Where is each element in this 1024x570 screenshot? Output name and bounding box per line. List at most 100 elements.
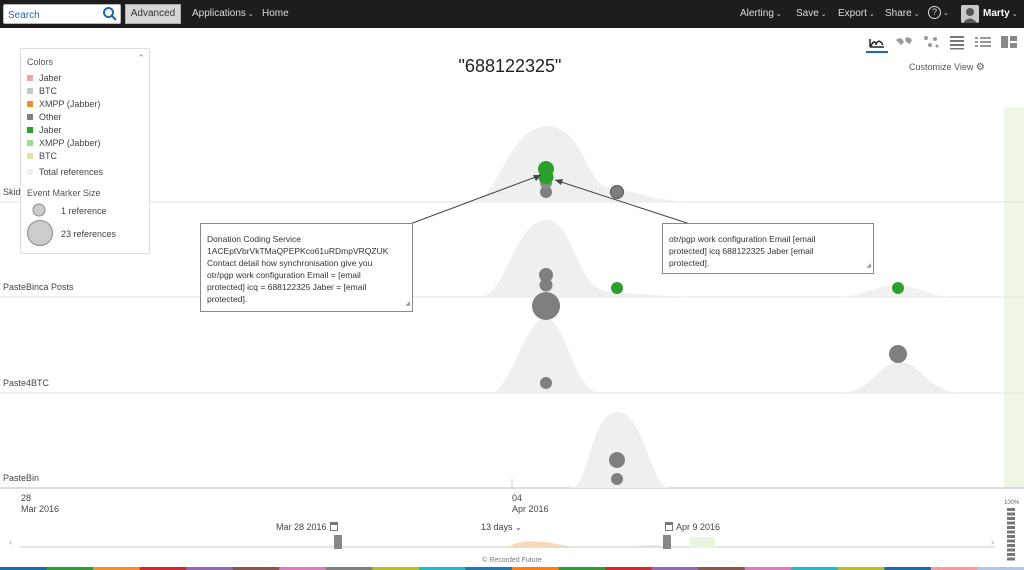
legend-item[interactable]: BTC (27, 86, 57, 96)
event-marker (540, 377, 552, 389)
x-tick-day: 04 (512, 493, 523, 503)
density-curve-pastebinca-right (840, 285, 950, 297)
range-start[interactable]: Mar 28 2016 (276, 522, 341, 532)
range-end[interactable]: Apr 9 2016 (662, 522, 720, 532)
callout-line: protected]. (669, 258, 710, 268)
event-marker (610, 185, 624, 199)
legend-label: XMPP (Jabber) (39, 138, 101, 148)
x-axis-tick-label: 04 Apr 2016 (512, 493, 549, 515)
range-track (20, 546, 995, 548)
row-label-pastebinca[interactable]: PasteBinca Posts (3, 282, 74, 292)
top-navigation-bar: Advanced Applications⌄ Home Alerting⌄ Sa… (0, 0, 1024, 28)
overview-density-band (690, 537, 715, 548)
event-marker (538, 161, 554, 177)
save-menu[interactable]: Save ⌄ (796, 8, 827, 19)
legend-label: BTC (39, 151, 57, 161)
scroll-right-icon[interactable]: › (991, 537, 994, 547)
table-icon[interactable] (946, 33, 968, 53)
export-menu[interactable]: Export ⌄ (838, 8, 875, 19)
range-span-select[interactable]: 13 days ⌄ (481, 522, 522, 532)
search-input[interactable] (4, 6, 100, 25)
legend-item-total[interactable]: Total references (27, 167, 103, 177)
resize-grip-icon[interactable]: ◢ (405, 298, 410, 310)
zoom-scale-step (1007, 530, 1015, 534)
callout-connector (409, 174, 542, 225)
user-name: Marty (983, 8, 1010, 19)
zoom-scale-step (1007, 512, 1015, 516)
alerting-label: Alerting (740, 8, 774, 19)
x-tick-day: 28 (21, 493, 32, 503)
chevron-down-icon: ⌄ (247, 11, 254, 18)
density-curve-pastebin (570, 412, 670, 488)
zoom-scale-step (1007, 544, 1015, 547)
row-label-paste4btc[interactable]: Paste4BTC (3, 378, 49, 388)
density-curve-skid (470, 126, 690, 202)
event-marker (611, 473, 623, 485)
zoom-scale-step (1007, 508, 1015, 511)
legend-swatch (27, 101, 33, 107)
applications-menu[interactable]: Applications ⌄ (192, 8, 254, 19)
user-menu[interactable]: Marty ⌄ (983, 8, 1018, 19)
range-span-label: 13 days (481, 522, 513, 532)
alerting-menu[interactable]: Alerting ⌄ (740, 8, 782, 19)
network-icon[interactable] (920, 33, 942, 53)
zoom-scale-step (1007, 526, 1015, 529)
zoom-scale (1007, 508, 1015, 561)
marker-size-title: Event Marker Size (27, 188, 101, 198)
legend-item[interactable]: Other (27, 112, 62, 122)
callout-arrowhead (555, 179, 563, 185)
callout-line: 1ACEptVbrVkTMaQPEPKco61uRDmpVRQZUK (207, 246, 389, 256)
x-tick-month: Mar 2016 (21, 504, 60, 514)
callout-connector (554, 179, 691, 225)
resize-grip-icon[interactable]: ◢ (866, 260, 871, 272)
legend-swatch (27, 127, 33, 133)
callout-line: otr/pgp work configuration Email = [emai… (207, 270, 361, 280)
range-end-label: Apr 9 2016 (676, 522, 721, 532)
event-callout[interactable]: otr/pgp work configuration Email [email … (662, 223, 874, 274)
footer-copyright: © Recorded Future (482, 557, 542, 564)
search-box (3, 4, 121, 25)
chevron-down-icon: ⌄ (820, 11, 827, 18)
legend-item[interactable]: XMPP (Jabber) (27, 99, 100, 109)
callout-line: Contact detail how synchronisation give … (207, 258, 373, 268)
callout-line: otr/pgp work configuration Email [email (669, 234, 816, 244)
page-title: "688122325" (458, 56, 562, 76)
marker-large-label: 23 references (61, 229, 117, 239)
gear-icon: ⚙ (975, 62, 985, 73)
event-callout[interactable]: Donation Coding Service 1ACEptVbrVkTMaQP… (200, 223, 413, 312)
legend-label: Total references (39, 167, 104, 177)
event-marker (892, 282, 904, 294)
legend-swatch (27, 75, 33, 81)
event-marker (532, 292, 560, 320)
zoom-scale-step (1007, 535, 1015, 538)
search-icon[interactable] (102, 6, 118, 22)
legend-item[interactable]: XMPP (Jabber) (27, 138, 100, 148)
range-start-label: Mar 28 2016 (276, 522, 327, 532)
chevron-down-icon: ⌄ (868, 11, 875, 18)
grid-icon[interactable] (998, 33, 1020, 53)
timeline-icon[interactable] (866, 33, 888, 53)
share-menu[interactable]: Share ⌄ (885, 8, 920, 19)
avatar[interactable] (961, 5, 979, 23)
advanced-button[interactable]: Advanced (125, 4, 181, 24)
help-menu[interactable]: ? ⌄ (928, 6, 949, 19)
legend-item[interactable]: Jaber (27, 125, 62, 135)
share-label: Share (885, 8, 912, 19)
density-curve-paste4btc-right (840, 362, 960, 393)
row-label-pastebin[interactable]: PasteBin (3, 473, 39, 483)
marker-small-icon (32, 203, 46, 217)
scroll-left-icon[interactable]: ‹ (9, 537, 12, 547)
customize-view-link[interactable]: Customize View ⚙ (909, 62, 985, 73)
map-icon[interactable] (893, 33, 915, 53)
collapse-icon[interactable]: ⌃ (137, 53, 145, 64)
legend-item[interactable]: BTC (27, 151, 57, 161)
callout-arrowhead (533, 175, 541, 181)
list-icon[interactable] (972, 33, 994, 53)
row-label-skid[interactable]: Skid (3, 187, 21, 197)
callout-line: protected] icq 688122325 Jaber [email (669, 246, 814, 256)
view-switcher (866, 33, 1020, 53)
save-label: Save (796, 8, 819, 19)
home-link[interactable]: Home (262, 8, 289, 19)
legend-item[interactable]: Jaber (27, 73, 62, 83)
marker-large-icon (27, 220, 53, 246)
